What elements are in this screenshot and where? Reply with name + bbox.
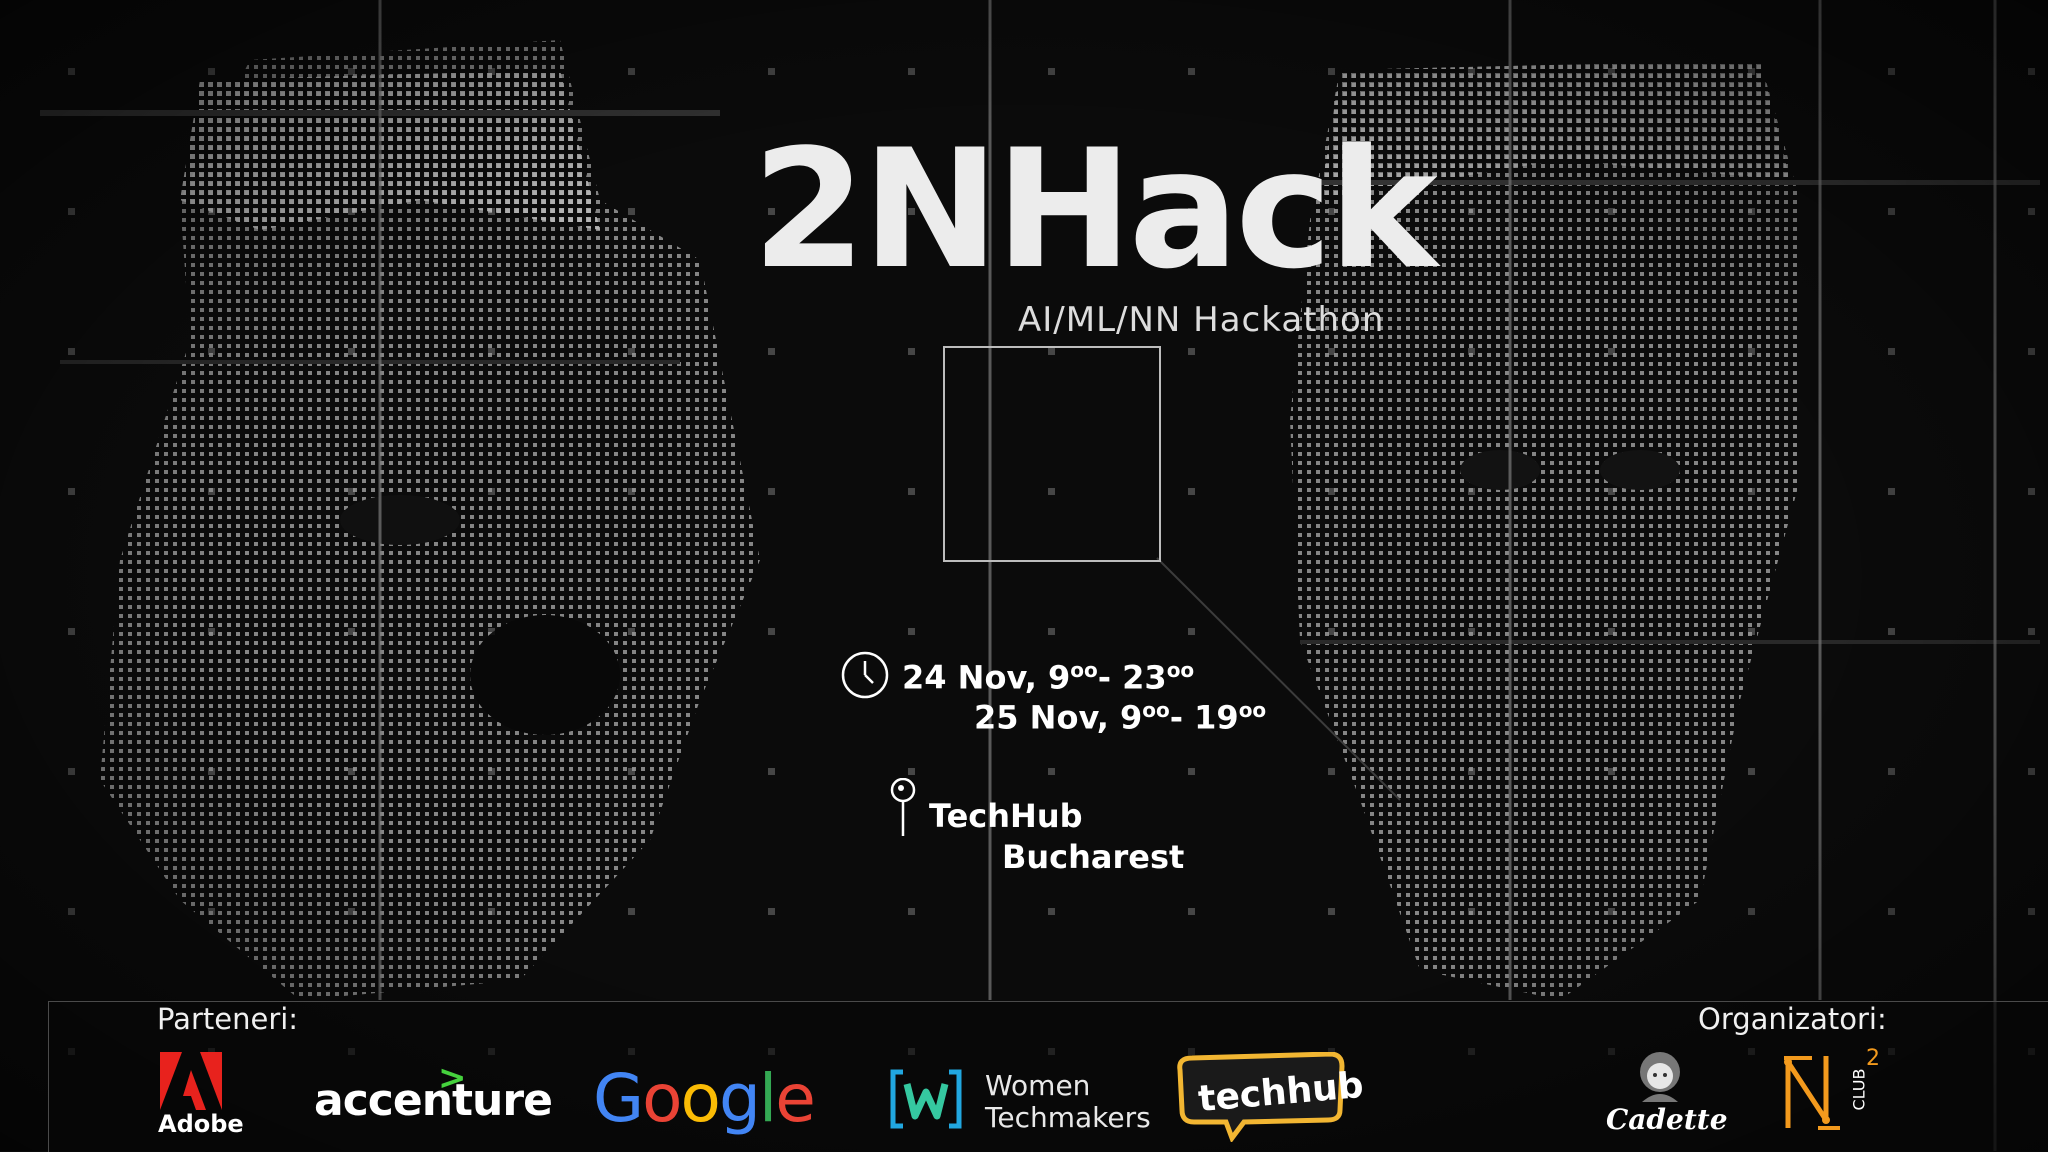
adobe-logo-icon — [160, 1052, 222, 1110]
decorative-frame — [943, 346, 1161, 562]
partner-accenture: accenture — [314, 1075, 553, 1126]
partners-label: Parteneri: — [157, 1002, 299, 1036]
women-techmakers-logo-icon — [890, 1069, 962, 1129]
organizer-n2-club-vertical: CLUB — [1849, 1068, 1869, 1111]
event-title: 2NHack — [752, 114, 1438, 305]
location-line2: Bucharest — [1002, 838, 1185, 876]
organizer-cadette: Cadette — [1606, 1103, 1728, 1136]
partner-adobe: Adobe — [158, 1110, 244, 1138]
organizer-n2-superscript: 2 — [1866, 1046, 1880, 1071]
schedule-day1: 24 Nov, 9oo- 23oo — [902, 658, 1195, 697]
clock-icon — [841, 651, 889, 699]
location-line1: TechHub — [929, 797, 1083, 835]
partner-women-techmakers: Women Techmakers — [985, 1069, 1151, 1135]
partner-google: Google — [593, 1060, 816, 1137]
schedule-day2: 25 Nov, 9oo- 19oo — [974, 698, 1267, 737]
event-subtitle: AI/ML/NN Hackathon — [1018, 300, 1385, 340]
location-pin-icon — [890, 778, 916, 836]
cadette-logo-icon — [1640, 1052, 1680, 1102]
organizers-label: Organizatori: — [1698, 1002, 1887, 1036]
